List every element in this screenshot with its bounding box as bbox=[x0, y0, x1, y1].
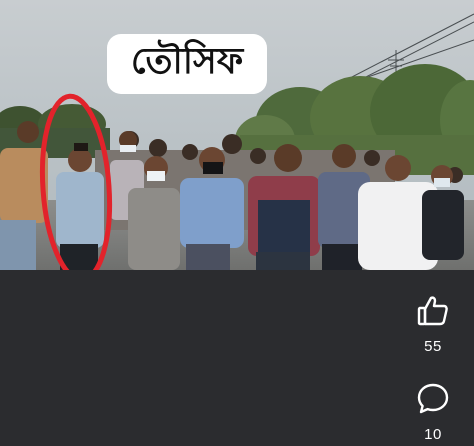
like-count: 55 bbox=[424, 338, 442, 355]
name-caption: তৌসিফ bbox=[107, 34, 267, 94]
like-button[interactable]: 55 bbox=[406, 294, 460, 355]
thumbs-up-icon bbox=[416, 294, 450, 332]
comment-button[interactable]: 10 bbox=[406, 382, 460, 443]
video-post-screen: তৌসিফ 55 10 bbox=[0, 0, 474, 446]
video-player[interactable]: তৌসিফ bbox=[0, 0, 474, 270]
speech-bubble-icon bbox=[416, 382, 450, 420]
post-info-area bbox=[0, 270, 474, 446]
caption-text: তৌসিফ bbox=[130, 41, 244, 82]
comment-count: 10 bbox=[424, 426, 442, 443]
